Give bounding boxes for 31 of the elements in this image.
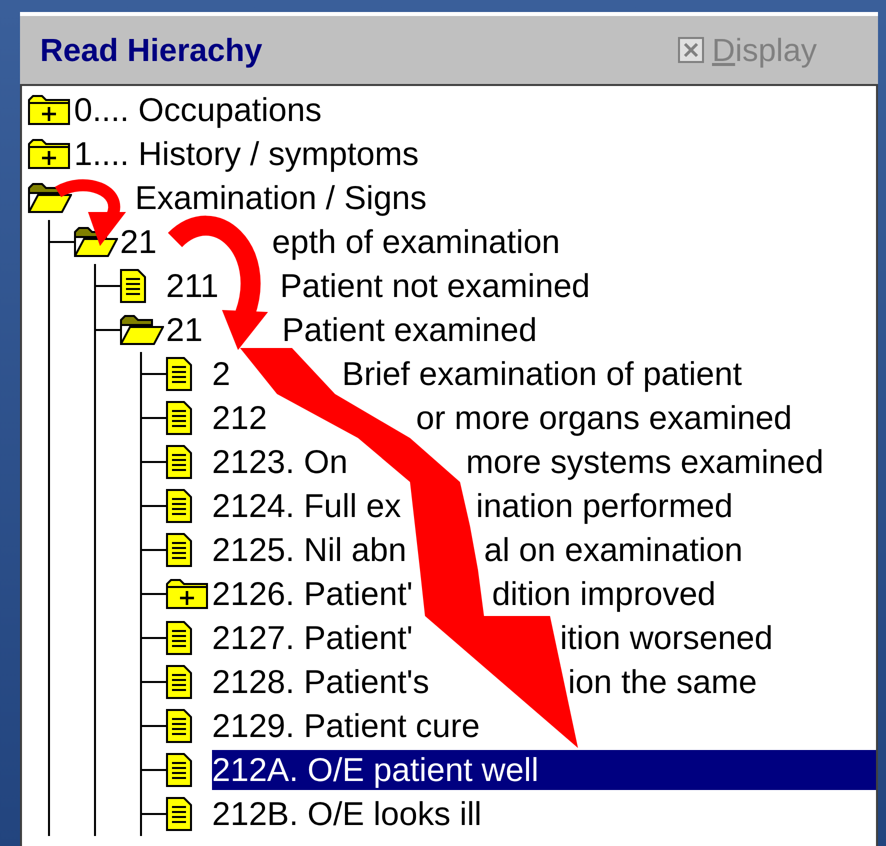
tree-item[interactable]: Patient examined — [282, 310, 537, 350]
tree-item[interactable]: 1.... History / symptoms — [74, 134, 419, 174]
tree-item[interactable]: more systems examined — [466, 442, 824, 482]
tree-item[interactable]: or more organs examined — [416, 398, 792, 438]
option-label: Display — [712, 31, 817, 70]
tree-item[interactable]: 0.... Occupations — [74, 90, 322, 130]
tree-item[interactable]: 21 — [166, 310, 203, 350]
tree-item[interactable]: 2 — [212, 354, 230, 394]
cross-icon — [683, 42, 699, 58]
tree-item[interactable]: 2128. Patient's — [212, 662, 430, 702]
tree-item[interactable]: 212 — [212, 398, 268, 438]
tree-item[interactable]: 2129. Patient cure — [212, 706, 480, 746]
tree-item[interactable]: 21 — [120, 222, 157, 262]
tree-item[interactable]: Brief examination of patient — [342, 354, 742, 394]
tree-item[interactable]: ition worsened — [560, 618, 773, 658]
tree-item[interactable]: al on examination — [484, 530, 743, 570]
tree-item[interactable]: 212B. O/E looks ill — [212, 794, 482, 834]
tree-item[interactable]: 2126. Patient' — [212, 574, 413, 614]
tree-item[interactable]: ination performed — [476, 486, 733, 526]
tree-item[interactable]: 2124. Full ex — [212, 486, 401, 526]
tree-item[interactable]: 211 — [166, 266, 219, 306]
tree-item[interactable]: Examination / Signs — [135, 178, 427, 218]
panel-title: Read Hierachy — [40, 31, 262, 70]
tree-item[interactable]: dition improved — [492, 574, 716, 614]
tree-item[interactable]: ion the same — [568, 662, 757, 702]
tree-item[interactable]: 2127. Patient' — [212, 618, 413, 658]
tree-item[interactable]: Patient not examined — [280, 266, 590, 306]
tree-item[interactable]: 212A. O/E patient well — [212, 750, 876, 790]
tree-item[interactable]: 2125. Nil abn — [212, 530, 406, 570]
tree-item[interactable]: 2123. On — [212, 442, 348, 482]
tree-item[interactable]: epth of examination — [272, 222, 560, 262]
